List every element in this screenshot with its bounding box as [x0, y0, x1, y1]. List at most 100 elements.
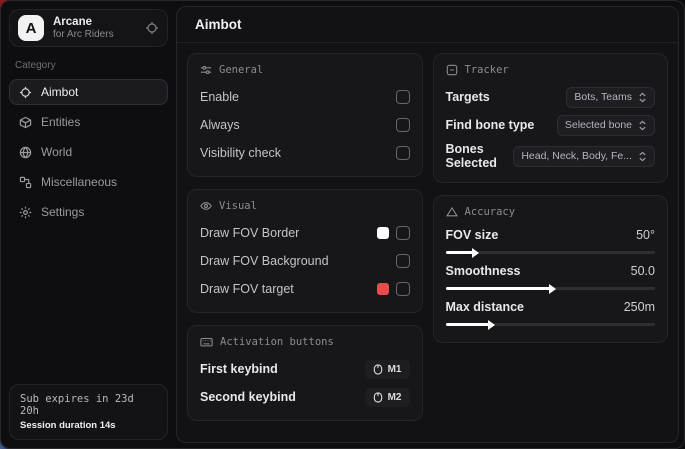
card-title: General — [219, 64, 263, 76]
sidebar-item-label: Settings — [41, 205, 84, 219]
keybind-row: First keybind M1 — [200, 358, 410, 380]
find-bone-type-select[interactable]: Selected bone — [557, 115, 655, 136]
eye-icon — [200, 200, 212, 212]
setting-label: Always — [200, 118, 240, 132]
first-keybind-button[interactable]: M1 — [365, 360, 410, 379]
slider-thumb[interactable] — [472, 248, 479, 258]
sidebar-item-miscellaneous[interactable]: Miscellaneous — [9, 169, 168, 195]
keyboard-icon — [200, 336, 213, 348]
accuracy-card-header: Accuracy — [446, 206, 656, 218]
logo-card: A Arcane for Arc Riders — [9, 9, 168, 47]
dropdown-label: Find bone type — [446, 118, 535, 132]
sidebar-item-world[interactable]: World — [9, 139, 168, 165]
draw-fov-target-checkbox[interactable] — [396, 282, 410, 296]
activation-card-header: Activation buttons — [200, 336, 410, 348]
tracker-card: Tracker Targets Bots, Teams — [433, 53, 669, 183]
setting-row: Enable — [200, 86, 410, 108]
cube-icon — [18, 116, 32, 129]
dropdown-row: Find bone type Selected bone — [446, 114, 656, 136]
workflow-icon — [18, 176, 32, 189]
sidebar-item-entities[interactable]: Entities — [9, 109, 168, 135]
select-value: Head, Neck, Body, Fe... — [521, 150, 632, 162]
crosshair-icon[interactable] — [145, 21, 159, 35]
keybind-value: M1 — [388, 364, 402, 375]
tracker-card-header: Tracker — [446, 64, 656, 76]
draw-fov-background-checkbox[interactable] — [396, 254, 410, 268]
color-swatch[interactable] — [377, 227, 389, 239]
slider-thumb[interactable] — [488, 320, 495, 330]
sliders-icon — [200, 64, 212, 76]
setting-label: Draw FOV Background — [200, 254, 329, 268]
app-identity: Arcane for Arc Riders — [53, 16, 136, 41]
dropdown-row: Bones Selected Head, Neck, Body, Fe... — [446, 142, 656, 170]
sidebar-item-label: Aimbot — [41, 85, 78, 99]
card-title: Visual — [219, 200, 257, 212]
app-subtitle: for Arc Riders — [53, 29, 136, 41]
general-card-header: General — [200, 64, 410, 76]
globe-icon — [18, 146, 32, 159]
visual-card-header: Visual — [200, 200, 410, 212]
focus-icon — [446, 64, 458, 76]
setting-row: Draw FOV target — [200, 278, 410, 300]
content-area: General Enable Always Visibility check — [177, 43, 678, 443]
enable-checkbox[interactable] — [396, 90, 410, 104]
visual-card: Visual Draw FOV Border Draw FOV Backgrou… — [187, 189, 423, 313]
sidebar: A Arcane for Arc Riders Category Aimbot — [1, 1, 176, 448]
category-label: Category — [15, 60, 168, 71]
sidebar-item-label: Entities — [41, 115, 80, 129]
slider-row: Max distance 250m — [446, 300, 656, 326]
setting-controls — [377, 226, 410, 240]
mouse-icon — [373, 392, 383, 403]
card-title: Activation buttons — [220, 336, 334, 348]
slider-fill — [446, 323, 490, 326]
slider-fill — [446, 287, 551, 290]
main-header: Aimbot — [177, 7, 678, 43]
mouse-icon — [373, 364, 383, 375]
smoothness-slider[interactable] — [446, 287, 656, 290]
slider-row: FOV size 50° — [446, 228, 656, 254]
subscription-status-card: Sub expires in 23d 20h Session duration … — [9, 384, 168, 440]
color-swatch[interactable] — [377, 283, 389, 295]
setting-label: Enable — [200, 90, 239, 104]
general-card: General Enable Always Visibility check — [187, 53, 423, 177]
session-duration-text: Session duration 14s — [20, 420, 157, 431]
main-panel: Aimbot General Enable — [176, 6, 679, 443]
right-column: Tracker Targets Bots, Teams — [433, 53, 669, 433]
select-value: Selected bone — [565, 119, 632, 131]
draw-fov-border-checkbox[interactable] — [396, 226, 410, 240]
slider-label: Max distance — [446, 300, 525, 314]
unfold-icon — [638, 120, 647, 131]
keybind-row: Second keybind M2 — [200, 386, 410, 408]
visibility-check-checkbox[interactable] — [396, 146, 410, 160]
card-title: Accuracy — [465, 206, 516, 218]
setting-row: Draw FOV Background — [200, 250, 410, 272]
slider-fill — [446, 251, 473, 254]
left-column: General Enable Always Visibility check — [187, 53, 423, 433]
slider-value: 50.0 — [631, 264, 655, 278]
sidebar-item-label: World — [41, 145, 72, 159]
max-distance-slider[interactable] — [446, 323, 656, 326]
unfold-icon — [638, 151, 647, 162]
sidebar-item-aimbot[interactable]: Aimbot — [9, 79, 168, 105]
dropdown-label: Bones Selected — [446, 142, 514, 170]
second-keybind-button[interactable]: M2 — [365, 388, 410, 407]
sidebar-item-settings[interactable]: Settings — [9, 199, 168, 225]
always-checkbox[interactable] — [396, 118, 410, 132]
keybind-label: Second keybind — [200, 390, 296, 404]
slider-label: FOV size — [446, 228, 499, 242]
select-value: Bots, Teams — [574, 91, 632, 103]
setting-label: Draw FOV Border — [200, 226, 299, 240]
activation-card: Activation buttons First keybind M1 — [187, 325, 423, 421]
fov-size-slider[interactable] — [446, 251, 656, 254]
setting-label: Draw FOV target — [200, 282, 294, 296]
slider-row: Smoothness 50.0 — [446, 264, 656, 290]
accuracy-card: Accuracy FOV size 50° — [433, 195, 669, 343]
targets-select[interactable]: Bots, Teams — [566, 87, 655, 108]
page-title: Aimbot — [195, 17, 242, 32]
bones-selected-select[interactable]: Head, Neck, Body, Fe... — [513, 146, 655, 167]
sidebar-item-label: Miscellaneous — [41, 175, 117, 189]
setting-controls — [377, 282, 410, 296]
dropdown-row: Targets Bots, Teams — [446, 86, 656, 108]
slider-thumb[interactable] — [549, 284, 556, 294]
sub-expiry-text: Sub expires in 23d 20h — [20, 393, 157, 417]
